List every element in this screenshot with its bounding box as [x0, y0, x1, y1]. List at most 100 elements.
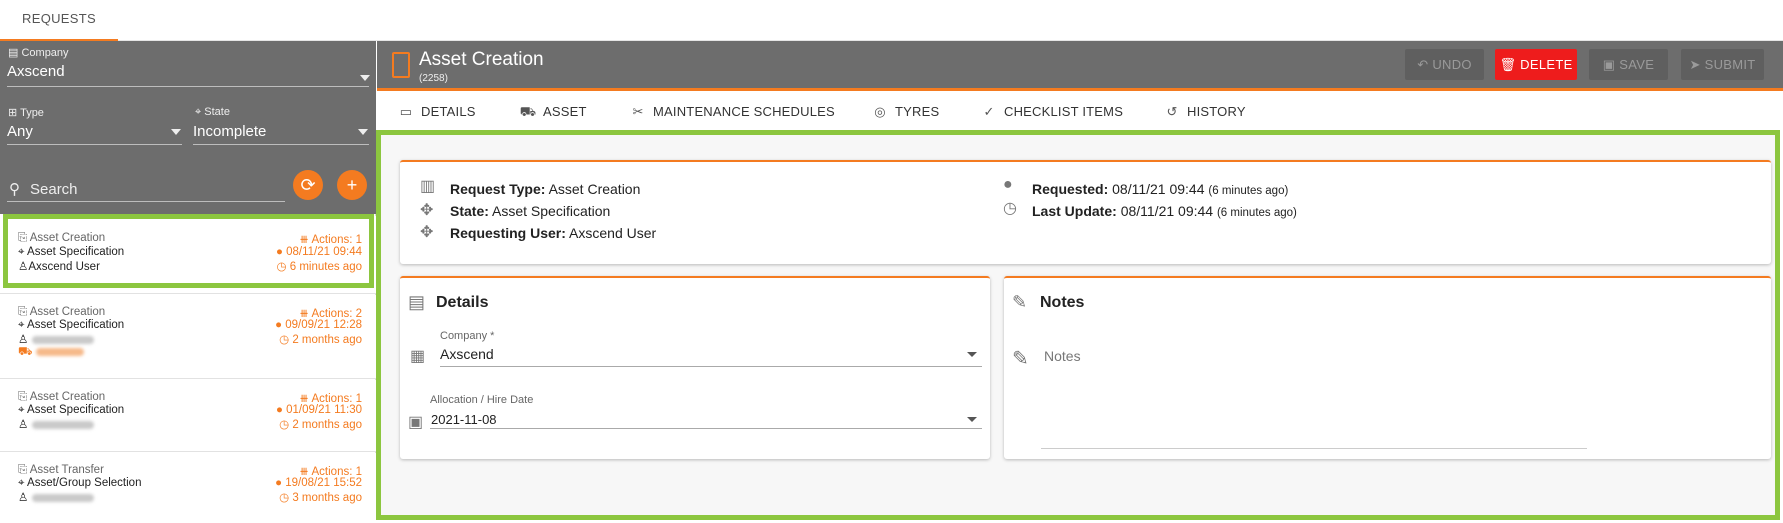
- type-filter-value[interactable]: Any: [7, 123, 33, 140]
- tab-history[interactable]: ↺ HISTORY: [1163, 104, 1246, 120]
- request-icon: [392, 52, 410, 78]
- details-title: Details: [436, 294, 489, 311]
- request-date: ● 01/09/21 11:30: [275, 404, 362, 416]
- save-button[interactable]: ▣ SAVE: [1589, 49, 1668, 80]
- state-row: State: Asset Specification: [450, 203, 611, 219]
- submit-button[interactable]: ➤ SUBMIT: [1681, 49, 1764, 80]
- search-underline: [7, 201, 285, 202]
- check-icon: ✓: [983, 104, 995, 119]
- company-field-label: Company *: [440, 330, 495, 342]
- add-request-button[interactable]: +: [337, 170, 367, 200]
- request-date: ● 19/08/21 15:52: [275, 477, 362, 489]
- request-ago: ◷ 2 months ago: [279, 419, 362, 431]
- state-filter-underline: [193, 144, 369, 145]
- document-icon: ⎘: [18, 306, 28, 318]
- request-type: ⎘ Asset Creation: [18, 306, 106, 318]
- tab-details[interactable]: ▭ DETAILS: [397, 104, 476, 120]
- redacted-user: [31, 335, 94, 344]
- details-card: ▤ Details Company * ▦ Axscend Allocation…: [400, 276, 990, 459]
- state-icon: ⌖: [195, 106, 202, 118]
- pencil-icon: ✎: [1012, 348, 1029, 370]
- user-icon: ♙: [18, 492, 29, 504]
- trash-icon: 🗑: [1499, 57, 1517, 72]
- edit-icon: ✎: [1012, 292, 1028, 312]
- truck-icon: ⛟: [18, 346, 33, 358]
- state-icon: ⌖: [18, 404, 25, 416]
- requested-row: Requested: 08/11/21 09:44 (6 minutes ago…: [1032, 181, 1289, 197]
- tab-checklist-items[interactable]: ✓ CHECKLIST ITEMS: [980, 104, 1123, 120]
- user-move-icon: ✥: [420, 224, 434, 241]
- list-item[interactable]: ⎘ Asset Transfer ⌖ Asset/Group Selection…: [0, 453, 376, 523]
- notes-card: ✎ Notes ✎ Notes: [1004, 276, 1771, 459]
- company-filter-value[interactable]: Axscend: [7, 63, 65, 80]
- state-filter-value[interactable]: Incomplete: [193, 123, 266, 140]
- request-state: ⌖ Asset Specification: [18, 319, 125, 331]
- date-field-label: Allocation / Hire Date: [430, 394, 534, 406]
- type-icon: ⊞: [8, 107, 18, 119]
- redacted-asset: [35, 347, 84, 356]
- refresh-button[interactable]: ⟳: [293, 170, 323, 200]
- list-item[interactable]: ⎘ Asset Creation ⌖ Asset Specification ♙…: [0, 380, 376, 452]
- request-id: (2258): [419, 73, 448, 84]
- tab-requests[interactable]: REQUESTS: [0, 0, 118, 41]
- user-icon: ♙: [18, 419, 29, 431]
- clock-filled-icon: ●: [1003, 176, 1013, 193]
- tab-maintenance-schedules[interactable]: ✂ MAINTENANCE SCHEDULES: [629, 104, 835, 120]
- request-actions: ⧻ Actions: 1: [299, 393, 362, 405]
- tab-asset[interactable]: ⛟ ASSET: [519, 104, 587, 122]
- tools-icon: ✂: [632, 104, 644, 119]
- date-field-underline: [430, 428, 982, 429]
- request-date: ● 09/09/21 12:28: [275, 319, 362, 331]
- redacted-user: [31, 493, 94, 502]
- undo-icon: ↶: [1417, 57, 1429, 72]
- request-type-icon: ▥: [420, 178, 436, 195]
- notes-underline: [1041, 448, 1587, 449]
- notes-title: Notes: [1040, 294, 1085, 311]
- id-card-icon: ▭: [399, 104, 413, 119]
- undo-button[interactable]: ↶ UNDO: [1405, 49, 1484, 80]
- chevron-down-icon[interactable]: [967, 417, 977, 422]
- clock-icon: ●: [275, 477, 283, 489]
- request-user: ♙: [18, 332, 94, 346]
- request-user: ♙: [18, 490, 94, 504]
- building-icon: ▦: [410, 348, 426, 365]
- company-field[interactable]: Axscend: [440, 346, 494, 362]
- request-asset: ⛟: [18, 345, 84, 360]
- delete-button[interactable]: 🗑 DELETE: [1495, 49, 1577, 80]
- redacted-user: [31, 420, 94, 429]
- search-icon: ⚲: [9, 181, 20, 198]
- company-filter-label: ▤ Company: [8, 47, 69, 59]
- clock-icon: ◷: [279, 334, 290, 346]
- state-icon: ✥: [420, 202, 434, 219]
- state-icon: ⌖: [18, 477, 25, 489]
- clock-icon: ●: [275, 319, 283, 331]
- content-area: ▥ Request Type: Asset Creation ✥ State: …: [376, 130, 1780, 520]
- chevron-down-icon[interactable]: [358, 129, 368, 135]
- summary-card: ▥ Request Type: Asset Creation ✥ State: …: [400, 160, 1771, 264]
- id-card-icon: ▤: [408, 292, 426, 312]
- save-icon: ▣: [1602, 57, 1616, 72]
- clock-icon: ●: [275, 404, 283, 416]
- request-header: Asset Creation (2258) ↶ UNDO 🗑 DELETE ▣ …: [377, 41, 1783, 91]
- plus-icon: +: [346, 175, 358, 195]
- tab-tyres[interactable]: ◎ TYRES: [871, 104, 939, 120]
- request-ago: ◷ 3 months ago: [279, 492, 362, 504]
- notes-input[interactable]: Notes: [1044, 348, 1081, 364]
- request-user: ♙: [18, 417, 94, 431]
- list-item[interactable]: ⎘ Asset Creation ⌖ Asset Specification ♙…: [0, 295, 376, 379]
- chevron-down-icon[interactable]: [360, 75, 370, 81]
- clock-icon: ◷: [1003, 200, 1017, 217]
- filter-panel: ▤ Company Axscend ⊞ Type Any ⌖ State Inc…: [0, 41, 376, 214]
- state-icon: ⌖: [18, 319, 25, 331]
- last-update-row: Last Update: 08/11/21 09:44 (6 minutes a…: [1032, 203, 1297, 219]
- calendar-icon: ▣: [408, 414, 424, 431]
- search-input[interactable]: Search: [30, 181, 78, 198]
- type-filter-underline: [7, 144, 182, 145]
- history-icon: ↺: [1166, 104, 1178, 119]
- chevron-down-icon[interactable]: [171, 129, 181, 135]
- company-filter-underline: [7, 86, 369, 87]
- refresh-icon: ⟳: [300, 175, 316, 195]
- chevron-down-icon[interactable]: [967, 352, 977, 357]
- document-icon: ⎘: [18, 391, 28, 403]
- allocation-date-field[interactable]: 2021-11-08: [431, 412, 497, 427]
